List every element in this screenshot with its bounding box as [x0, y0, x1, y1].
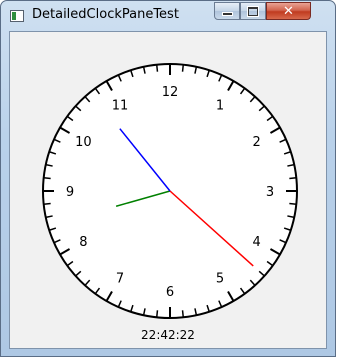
minor-tick — [289, 176, 297, 180]
minor-tick — [43, 176, 51, 180]
clock-pane: 12 1 2 3 4 5 6 7 8 9 10 11 22:42:22 — [9, 31, 327, 349]
minor-tick — [289, 202, 297, 206]
window-title: DetailedClockPaneTest — [32, 7, 179, 22]
minimize-icon — [221, 12, 233, 16]
hour-numeral: 9 — [66, 185, 74, 200]
minor-tick — [43, 202, 51, 206]
hour-numeral: 10 — [75, 135, 92, 150]
close-icon: ✕ — [283, 3, 294, 19]
hour-numeral: 2 — [252, 135, 260, 150]
hour-numeral: 6 — [166, 285, 174, 300]
hour-numeral: 1 — [216, 98, 224, 113]
digital-time-readout: 22:42:22 — [141, 328, 195, 342]
app-window-icon[interactable] — [10, 10, 24, 22]
minor-tick — [155, 310, 159, 318]
hour-numeral: 11 — [112, 98, 129, 113]
close-button[interactable]: ✕ — [266, 2, 311, 20]
hour-numeral: 7 — [116, 272, 124, 287]
hour-numeral: 3 — [266, 185, 274, 200]
minor-tick — [181, 310, 185, 318]
minor-tick — [181, 64, 185, 72]
title-bar[interactable]: DetailedClockPaneTest ✕ — [1, 1, 335, 31]
minimize-button[interactable] — [214, 2, 240, 20]
maximize-button[interactable] — [240, 2, 266, 20]
hour-numeral: 4 — [252, 235, 260, 250]
minor-tick — [155, 64, 159, 72]
hour-numeral: 12 — [162, 85, 179, 100]
application-window: DetailedClockPaneTest ✕ 12 1 2 3 4 5 6 7 8 9 10 11 … — [0, 0, 336, 357]
hour-numeral: 5 — [216, 272, 224, 287]
maximize-icon — [248, 6, 258, 16]
analog-clock: 121234567891011 — [42, 63, 298, 319]
hour-numeral: 8 — [79, 235, 87, 250]
